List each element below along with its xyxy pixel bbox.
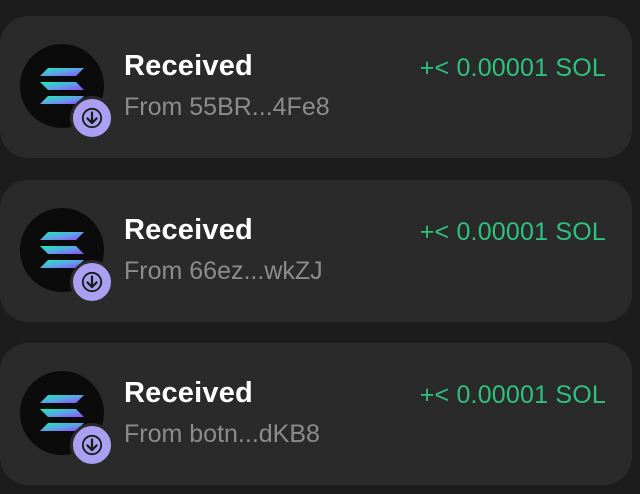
transaction-row[interactable]: Received From 66ez...wkZJ +< 0.00001 SOL	[0, 180, 632, 322]
token-avatar	[20, 44, 114, 140]
received-badge	[70, 96, 114, 140]
transaction-sender: From botn...dKB8	[124, 420, 320, 448]
solana-logo-icon	[40, 395, 84, 431]
arrow-down-icon	[81, 271, 103, 293]
transaction-amount: +< 0.00001 SOL	[419, 218, 606, 246]
received-badge	[70, 423, 114, 467]
transaction-amount: +< 0.00001 SOL	[419, 54, 606, 82]
transaction-list: Received From 55BR...4Fe8 +< 0.00001 SOL…	[0, 0, 640, 494]
transaction-row[interactable]: Received From 55BR...4Fe8 +< 0.00001 SOL	[0, 16, 632, 158]
transaction-amount: +< 0.00001 SOL	[419, 381, 606, 409]
token-avatar	[20, 208, 114, 304]
transaction-title: Received	[124, 214, 253, 246]
transaction-title: Received	[124, 377, 253, 409]
token-avatar	[20, 371, 114, 467]
arrow-down-icon	[81, 107, 103, 129]
transaction-sender: From 66ez...wkZJ	[124, 257, 323, 285]
arrow-down-icon	[81, 434, 103, 456]
received-badge	[70, 260, 114, 304]
solana-logo-icon	[40, 232, 84, 268]
solana-logo-icon	[40, 68, 84, 104]
transaction-row[interactable]: Received From botn...dKB8 +< 0.00001 SOL	[0, 343, 632, 485]
transaction-title: Received	[124, 50, 253, 82]
transaction-sender: From 55BR...4Fe8	[124, 93, 330, 121]
